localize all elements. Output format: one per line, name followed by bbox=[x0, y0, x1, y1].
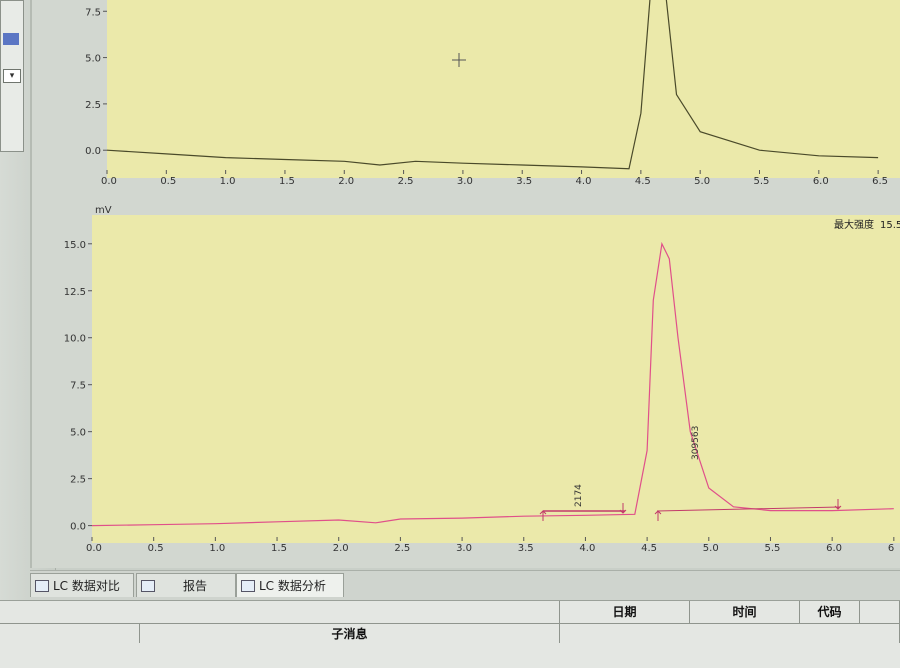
bottom-chromatogram: mV 最大强度 15.5 0.0 0.5 1.0 1.5 2.0 2.5 3.0 3.5 4.0… bbox=[64, 205, 900, 554]
x-tick-label: 5.0 bbox=[694, 176, 710, 187]
report-icon bbox=[141, 579, 155, 592]
header-spacer bbox=[0, 601, 560, 623]
x-tick-label: 2.0 bbox=[333, 543, 349, 554]
y-tick-label: 12.5 bbox=[64, 287, 86, 298]
compare-icon bbox=[35, 579, 49, 592]
x-tick-label: 1.0 bbox=[209, 543, 225, 554]
max-intensity-value: 15.5 bbox=[880, 220, 900, 231]
x-tick-label: 5.0 bbox=[703, 543, 719, 554]
x-tick-label: 2.5 bbox=[398, 176, 414, 187]
x-tick-label: 0.5 bbox=[160, 176, 176, 187]
tab-report[interactable]: 报告 bbox=[136, 573, 236, 597]
y-tick-label: 7.5 bbox=[70, 381, 86, 392]
header-tail bbox=[860, 601, 900, 623]
x-tick-label: 4.5 bbox=[641, 543, 657, 554]
x-tick-label: 2.5 bbox=[394, 543, 410, 554]
col-header-date[interactable]: 日期 bbox=[560, 601, 690, 623]
x-tick-label: 4.0 bbox=[579, 543, 595, 554]
message-subheader-row: 子消息 bbox=[0, 623, 900, 643]
y-tick-label: 15.0 bbox=[64, 240, 86, 251]
top-plot-area bbox=[107, 0, 900, 178]
tab-label: LC 数据分析 bbox=[259, 578, 326, 593]
x-tick-label: 4.5 bbox=[635, 176, 651, 187]
x-tick-label: 4.0 bbox=[576, 176, 592, 187]
y-tick-label: 2.5 bbox=[85, 100, 101, 111]
x-tick-label: 0.0 bbox=[101, 176, 117, 187]
row-spacer bbox=[0, 623, 140, 643]
tab-bar: LC 数据对比 报告 LC 数据分析 bbox=[30, 570, 900, 601]
y-tick-label: 0.0 bbox=[85, 146, 101, 157]
x-tick-label: 6.0 bbox=[826, 543, 842, 554]
peak-label-2: 309563 bbox=[691, 426, 701, 460]
tab-label: LC 数据对比 bbox=[53, 578, 120, 593]
row-tail bbox=[560, 623, 900, 643]
x-tick-label: 1.0 bbox=[220, 176, 236, 187]
tab-lc-data-analysis[interactable]: LC 数据分析 bbox=[236, 573, 344, 597]
x-tick-label: 6 bbox=[888, 543, 894, 554]
col-header-code[interactable]: 代码 bbox=[800, 601, 860, 623]
x-tick-label: 3.0 bbox=[457, 176, 473, 187]
y-unit-label: mV bbox=[95, 205, 112, 216]
y-tick-label: 7.5 bbox=[85, 7, 101, 18]
x-tick-label: 1.5 bbox=[271, 543, 287, 554]
tab-label: 报告 bbox=[183, 578, 208, 593]
x-tick-label: 2.0 bbox=[338, 176, 354, 187]
tab-lc-data-compare[interactable]: LC 数据对比 bbox=[30, 573, 134, 597]
x-tick-label: 3.5 bbox=[516, 176, 532, 187]
x-tick-label: 3.0 bbox=[456, 543, 472, 554]
analysis-icon bbox=[241, 579, 255, 592]
col-header-submessage[interactable]: 子消息 bbox=[140, 623, 560, 643]
x-tick-label: 6.5 bbox=[872, 176, 888, 187]
x-tick-label: 1.5 bbox=[279, 176, 295, 187]
y-tick-label: 2.5 bbox=[70, 475, 86, 486]
x-tick-label: 0.0 bbox=[86, 543, 102, 554]
y-tick-label: 10.0 bbox=[64, 334, 86, 345]
col-header-time[interactable]: 时间 bbox=[690, 601, 800, 623]
peak-label-1: 2174 bbox=[574, 484, 584, 507]
x-tick-label: 6.0 bbox=[813, 176, 829, 187]
x-tick-label: 5.5 bbox=[754, 176, 770, 187]
message-table: 日期 时间 代码 子消息 bbox=[0, 600, 900, 668]
message-header-row: 日期 时间 代码 bbox=[0, 601, 900, 623]
x-tick-label: 3.5 bbox=[518, 543, 534, 554]
x-tick-label: 0.5 bbox=[148, 543, 164, 554]
top-chromatogram: 0.0 0.5 1.0 1.5 2.0 2.5 3.0 3.5 4.0 4.5 5.0 5.5 6.0 6… bbox=[85, 0, 900, 187]
x-tick-label: 5.5 bbox=[764, 543, 780, 554]
y-tick-label: 0.0 bbox=[70, 522, 86, 533]
bottom-plot-area bbox=[92, 215, 900, 543]
y-tick-label: 5.0 bbox=[70, 428, 86, 439]
max-intensity-label: 最大强度 bbox=[834, 218, 874, 231]
y-tick-label: 5.0 bbox=[85, 54, 101, 65]
